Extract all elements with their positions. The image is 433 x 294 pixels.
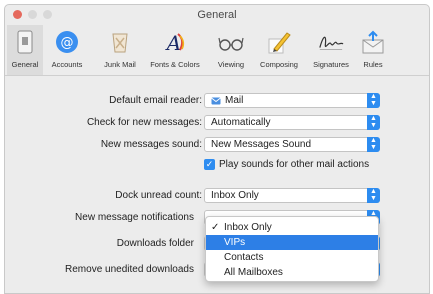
menu-item-vips[interactable]: VIPs xyxy=(206,235,378,250)
tab-rules[interactable]: Rules xyxy=(357,25,389,75)
tab-fonts-colors[interactable]: A Fonts & Colors xyxy=(150,25,200,75)
remove-downloads-label: Remove unedited downloads xyxy=(65,264,194,275)
menu-item-inbox-only[interactable]: ✓ Inbox Only xyxy=(206,220,378,235)
popup-arrows-icon: ▲▼ xyxy=(367,137,380,152)
default-reader-label: Default email reader: xyxy=(109,95,202,106)
notifications-menu: ✓ Inbox Only VIPs Contacts All Mailboxes xyxy=(205,216,379,282)
dock-unread-popup[interactable]: Inbox Only ▲ ▼ xyxy=(204,188,380,203)
dock-unread-value: Inbox Only xyxy=(211,190,259,201)
tab-composing[interactable]: Composing xyxy=(257,25,301,75)
check-messages-popup[interactable]: Automatically ▲ ▼ xyxy=(204,115,380,130)
popup-arrows-icon: ▲▼ xyxy=(367,188,380,203)
menu-item-label: Inbox Only xyxy=(224,222,272,233)
pencil-paper-icon xyxy=(266,29,292,55)
menu-item-label: All Mailboxes xyxy=(224,267,283,278)
preferences-toolbar: General @ Accounts Junk Mail A Fonts & C… xyxy=(5,25,429,76)
downloads-folder-label: Downloads folder xyxy=(116,238,194,249)
window-title: General xyxy=(197,9,237,21)
junk-bin-icon xyxy=(107,29,133,55)
rules-envelope-icon xyxy=(360,29,386,55)
tab-accounts[interactable]: @ Accounts xyxy=(47,25,87,75)
play-sounds-label[interactable]: Play sounds for other mail actions xyxy=(219,159,369,170)
popup-arrows-icon: ▲▼ xyxy=(367,93,380,108)
tab-junk-mail[interactable]: Junk Mail xyxy=(100,25,140,75)
glasses-icon xyxy=(218,29,244,55)
check-messages-label: Check for new messages: xyxy=(86,117,202,128)
dock-unread-label: Dock unread count: xyxy=(115,190,202,201)
at-sign-icon: @ xyxy=(54,29,80,55)
default-reader-value: Mail xyxy=(225,95,244,106)
tab-accounts-label: Accounts xyxy=(51,60,83,69)
svg-text:@: @ xyxy=(61,36,74,51)
messages-sound-popup[interactable]: New Messages Sound ▲ ▼ xyxy=(204,137,380,152)
menu-item-label: VIPs xyxy=(224,237,246,248)
menu-item-contacts[interactable]: Contacts xyxy=(206,250,378,265)
tab-rules-label: Rules xyxy=(363,60,383,69)
menu-item-all-mailboxes[interactable]: All Mailboxes xyxy=(206,265,378,280)
notifications-label: New message notifications xyxy=(75,212,194,223)
messages-sound-label: New messages sound: xyxy=(100,139,202,150)
check-messages-value: Automatically xyxy=(211,117,271,128)
fonts-icon: A xyxy=(162,29,188,55)
popup-arrows-icon: ▲▼ xyxy=(367,115,380,130)
title-bar: General xyxy=(5,5,429,25)
default-reader-popup[interactable]: Mail ▲ ▼ xyxy=(204,93,380,108)
tab-viewing[interactable]: Viewing xyxy=(212,25,250,75)
menu-item-label: Contacts xyxy=(224,252,264,263)
tab-fonts-colors-label: Fonts & Colors xyxy=(150,60,200,69)
switch-icon xyxy=(12,29,38,55)
checkmark-icon: ✓ xyxy=(211,222,220,233)
signature-icon xyxy=(318,29,344,55)
preferences-window: General General @ Accounts Junk Mail A F… xyxy=(4,4,430,294)
play-sounds-checkbox[interactable]: ✓ xyxy=(204,159,215,170)
messages-sound-value: New Messages Sound xyxy=(211,139,312,150)
mail-app-icon xyxy=(211,97,221,105)
